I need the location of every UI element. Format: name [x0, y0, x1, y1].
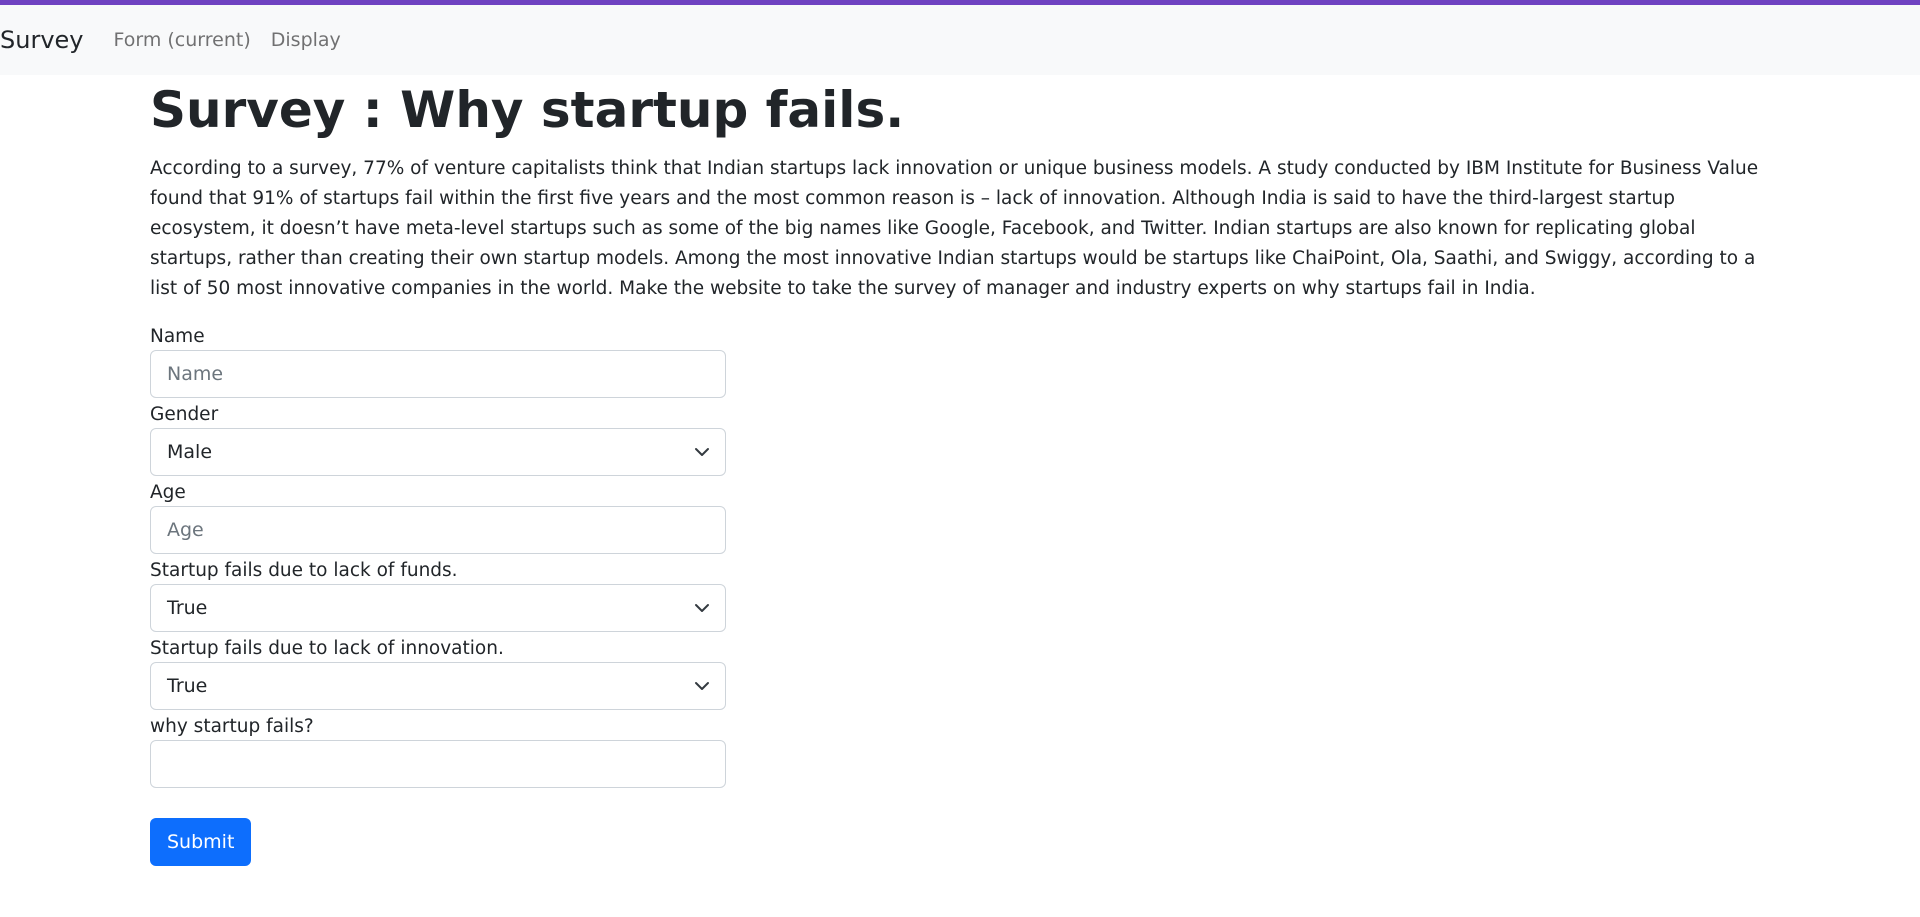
name-input[interactable]: [150, 350, 726, 398]
survey-form: Name Gender Male Age Startup fails due t…: [150, 324, 726, 866]
gender-select-wrapper: Male: [150, 428, 726, 476]
gender-label: Gender: [150, 404, 219, 425]
why-input[interactable]: [150, 740, 726, 788]
innovation-select-wrapper: True: [150, 662, 726, 710]
innovation-select[interactable]: True: [150, 662, 726, 710]
gender-select[interactable]: Male: [150, 428, 726, 476]
navbar: Survey Form (current) Display: [0, 5, 1920, 75]
why-label: why startup fails?: [150, 716, 314, 737]
funds-select[interactable]: True: [150, 584, 726, 632]
nav-link-display[interactable]: Display: [271, 29, 341, 51]
intro-paragraph: According to a survey, 77% of venture ca…: [150, 158, 1759, 299]
page-title: Survey : Why startup fails.: [150, 81, 905, 139]
main-content: Survey : Why startup fails. According to…: [150, 75, 1770, 866]
funds-select-wrapper: True: [150, 584, 726, 632]
age-input[interactable]: [150, 506, 726, 554]
innovation-label: Startup fails due to lack of innovation.: [150, 638, 504, 659]
submit-button[interactable]: Submit: [150, 818, 252, 866]
name-label: Name: [150, 326, 205, 347]
navbar-brand[interactable]: Survey: [0, 26, 83, 54]
age-label: Age: [150, 482, 186, 503]
nav-link-form[interactable]: Form (current): [113, 29, 250, 51]
funds-label: Startup fails due to lack of funds.: [150, 560, 458, 581]
